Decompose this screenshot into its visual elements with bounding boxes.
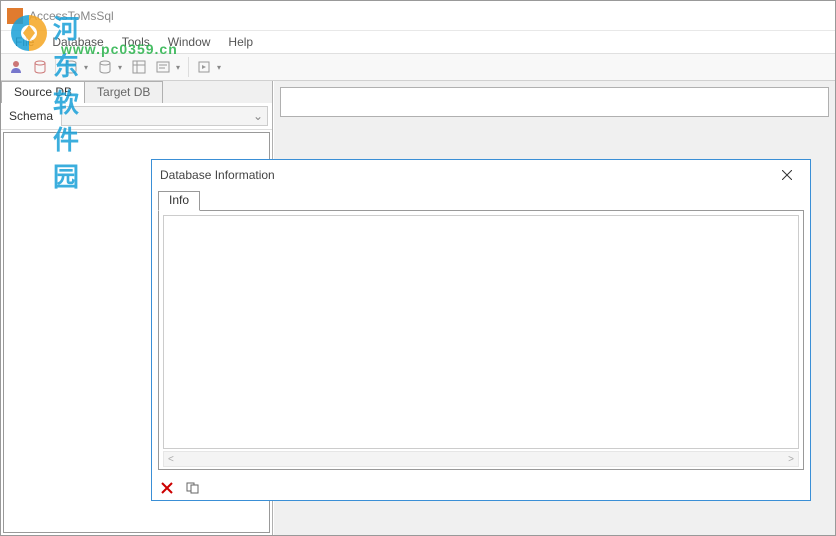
close-icon: [782, 170, 792, 180]
chevron-down-icon[interactable]: ▾: [118, 63, 126, 72]
dialog-titlebar[interactable]: Database Information: [152, 160, 810, 190]
scroll-right-icon[interactable]: >: [788, 454, 794, 465]
menu-file[interactable]: File: [7, 33, 42, 51]
menu-help[interactable]: Help: [220, 33, 261, 51]
left-tabs: Source DB Target DB: [1, 81, 272, 103]
copy-button[interactable]: [184, 479, 202, 497]
chevron-down-icon[interactable]: ▾: [217, 63, 225, 72]
scroll-left-icon[interactable]: <: [168, 454, 174, 465]
chevron-down-icon[interactable]: ▾: [176, 63, 184, 72]
db-target-icon[interactable]: [94, 56, 116, 78]
db-source-icon[interactable]: [60, 56, 82, 78]
query-icon[interactable]: [152, 56, 174, 78]
horizontal-scrollbar[interactable]: < >: [163, 451, 799, 467]
titlebar: AccessToMsSql: [1, 1, 835, 31]
app-title: AccessToMsSql: [29, 9, 114, 23]
delete-button[interactable]: [158, 479, 176, 497]
delete-icon: [161, 482, 173, 494]
menu-window[interactable]: Window: [160, 33, 219, 51]
tab-info[interactable]: Info: [158, 191, 200, 211]
chevron-down-icon[interactable]: ▾: [84, 63, 92, 72]
schema-label: Schema: [5, 109, 57, 123]
dialog-body: Info < >: [152, 190, 810, 476]
db-connect-icon[interactable]: [29, 56, 51, 78]
copy-icon: [186, 482, 200, 494]
dialog-title-text: Database Information: [160, 168, 275, 182]
dialog-tabs: Info: [158, 190, 804, 210]
menubar: File Database Tools Window Help: [1, 31, 835, 53]
dialog-footer: [152, 476, 810, 500]
content-box: [280, 87, 829, 117]
toolbar-separator: [55, 57, 56, 77]
user-icon[interactable]: [5, 56, 27, 78]
toolbar: ▾ ▾ ▾ ▾: [1, 53, 835, 81]
chevron-down-icon: ⌄: [253, 109, 263, 123]
schema-row: Schema ⌄: [1, 103, 272, 130]
app-icon: [7, 8, 23, 24]
schema-combo[interactable]: ⌄: [61, 106, 268, 126]
execute-icon[interactable]: [193, 56, 215, 78]
table-icon[interactable]: [128, 56, 150, 78]
toolbar-separator: [188, 57, 189, 77]
info-textarea[interactable]: [163, 215, 799, 449]
dialog-content: < >: [158, 210, 804, 470]
tab-target-db[interactable]: Target DB: [84, 81, 163, 103]
menu-database[interactable]: Database: [44, 33, 111, 51]
tab-source-db[interactable]: Source DB: [1, 81, 85, 103]
menu-tools[interactable]: Tools: [114, 33, 158, 51]
close-button[interactable]: [772, 163, 802, 187]
database-information-dialog: Database Information Info < >: [151, 159, 811, 501]
